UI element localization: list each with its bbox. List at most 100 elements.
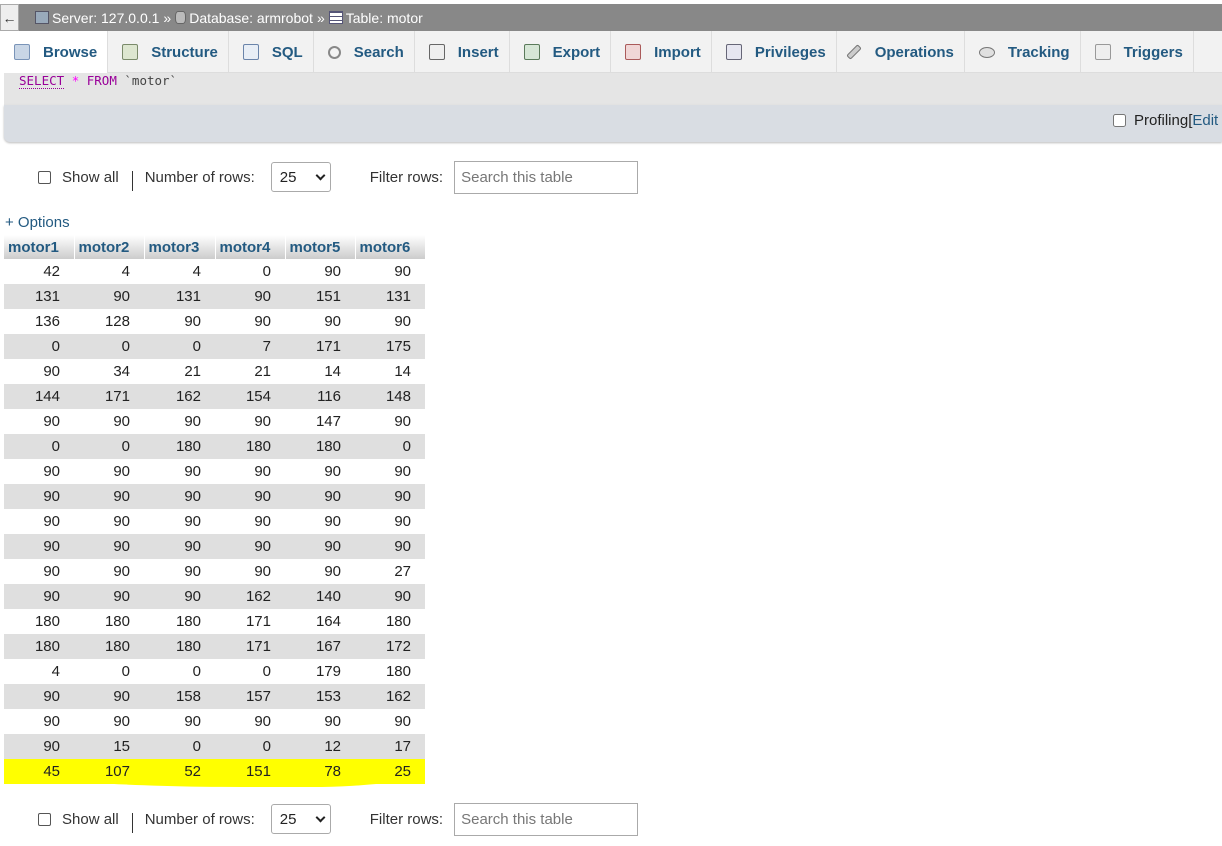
table-cell[interactable]: 90 xyxy=(4,584,74,609)
table-row[interactable]: 90 90 90 90 90 90 xyxy=(4,509,425,534)
table-cell[interactable]: 179 xyxy=(285,659,355,684)
table-cell[interactable]: 0 xyxy=(74,659,144,684)
column-header[interactable]: motor4 xyxy=(215,235,286,259)
table-cell[interactable]: 0 xyxy=(144,334,215,359)
table-cell[interactable]: 0 xyxy=(144,659,215,684)
table-row[interactable]: 0 0 0 7 171 175 xyxy=(4,334,425,359)
table-cell[interactable]: 34 xyxy=(74,359,144,384)
tab-search[interactable]: Search xyxy=(314,31,415,73)
table-cell[interactable]: 90 xyxy=(355,484,425,509)
table-cell[interactable]: 90 xyxy=(355,534,425,559)
table-cell[interactable]: 162 xyxy=(355,684,425,709)
table-row[interactable]: 90 90 158 157 153 162 xyxy=(4,684,425,709)
tab-structure[interactable]: Structure xyxy=(108,31,229,73)
table-cell[interactable]: 180 xyxy=(144,634,215,659)
breadcrumb-table[interactable]: Table: motor xyxy=(328,10,423,26)
table-row[interactable]: 90 90 90 90 90 27 xyxy=(4,559,425,584)
table-cell[interactable]: 14 xyxy=(285,359,355,384)
table-row[interactable]: 131 90 131 90 151 131 xyxy=(4,284,425,309)
table-cell[interactable]: 90 xyxy=(215,484,285,509)
show-all-checkbox[interactable] xyxy=(38,812,51,826)
table-cell[interactable]: 90 xyxy=(144,509,215,534)
table-cell[interactable]: 90 xyxy=(355,509,425,534)
table-cell[interactable]: 153 xyxy=(285,684,355,709)
table-cell[interactable]: 180 xyxy=(215,434,285,459)
table-cell[interactable]: 162 xyxy=(215,584,285,609)
table-cell[interactable]: 21 xyxy=(215,359,285,384)
table-cell[interactable]: 90 xyxy=(4,709,74,734)
table-cell[interactable]: 90 xyxy=(4,359,74,384)
table-row[interactable]: 90 90 90 90 90 90 xyxy=(4,709,425,734)
back-arrow-icon[interactable]: ← xyxy=(0,4,19,31)
table-cell[interactable]: 116 xyxy=(285,384,355,409)
table-cell[interactable]: 90 xyxy=(74,459,144,484)
table-cell[interactable]: 90 xyxy=(74,509,144,534)
table-cell[interactable]: 90 xyxy=(215,559,285,584)
search-input[interactable]: Search this table xyxy=(454,802,639,836)
table-cell[interactable]: 90 xyxy=(285,484,355,509)
table-cell[interactable]: 90 xyxy=(144,484,215,509)
table-cell[interactable]: 27 xyxy=(355,559,425,584)
table-row[interactable]: 144 171 162 154 116 148 xyxy=(4,384,425,409)
table-cell[interactable]: 162 xyxy=(144,384,215,409)
table-cell[interactable]: 144 xyxy=(4,384,74,409)
table-cell[interactable]: 0 xyxy=(215,259,285,284)
table-row[interactable]: 90 15 0 0 12 17 xyxy=(4,734,425,759)
table-row[interactable]: 90 90 90 162 140 90 xyxy=(4,584,425,609)
table-cell[interactable]: 140 xyxy=(285,584,355,609)
column-header[interactable]: motor2 xyxy=(74,235,145,259)
table-cell[interactable]: 15 xyxy=(74,734,144,759)
table-cell[interactable]: 4 xyxy=(4,659,74,684)
table-cell[interactable]: 107 xyxy=(74,759,144,784)
table-cell[interactable]: 90 xyxy=(144,459,215,484)
table-cell[interactable]: 90 xyxy=(4,534,74,559)
table-cell[interactable]: 172 xyxy=(355,634,425,659)
table-cell[interactable]: 171 xyxy=(215,609,285,634)
table-cell[interactable]: 90 xyxy=(215,309,285,334)
table-cell[interactable]: 90 xyxy=(355,259,425,284)
tab-operations[interactable]: Operations xyxy=(837,31,965,73)
table-cell[interactable]: 90 xyxy=(74,684,144,709)
tab-tracking[interactable]: Tracking xyxy=(965,31,1081,73)
table-cell[interactable]: 131 xyxy=(355,284,425,309)
breadcrumb-table-label[interactable]: Table: motor xyxy=(346,10,423,26)
table-cell[interactable]: 151 xyxy=(285,284,355,309)
table-cell[interactable]: 164 xyxy=(285,609,355,634)
rows-select[interactable]: 25 xyxy=(270,162,331,192)
table-cell[interactable]: 90 xyxy=(355,584,425,609)
table-row[interactable]: 136 128 90 90 90 90 xyxy=(4,309,425,334)
tab-browse[interactable]: Browse xyxy=(0,31,109,73)
table-cell[interactable]: 180 xyxy=(4,609,74,634)
table-cell[interactable]: 180 xyxy=(74,609,144,634)
table-cell[interactable]: 45 xyxy=(4,759,74,784)
table-cell[interactable]: 90 xyxy=(355,409,425,434)
table-cell[interactable]: 90 xyxy=(4,459,74,484)
table-cell[interactable]: 90 xyxy=(4,484,74,509)
profiling-checkbox[interactable] xyxy=(1113,114,1126,127)
table-row[interactable]: 180 180 180 171 164 180 xyxy=(4,609,425,634)
table-cell[interactable]: 151 xyxy=(215,759,285,784)
table-cell[interactable]: 90 xyxy=(74,409,144,434)
table-cell[interactable]: 0 xyxy=(74,334,144,359)
table-cell[interactable]: 180 xyxy=(355,659,425,684)
tab-privileges[interactable]: Privileges xyxy=(712,31,837,73)
table-cell[interactable]: 157 xyxy=(215,684,285,709)
breadcrumb-server[interactable]: Server: 127.0.0.1 xyxy=(35,10,159,26)
show-all-checkbox[interactable] xyxy=(38,170,51,184)
table-cell[interactable]: 180 xyxy=(74,634,144,659)
table-cell[interactable]: 131 xyxy=(4,284,74,309)
table-cell[interactable]: 180 xyxy=(144,609,215,634)
table-cell[interactable]: 90 xyxy=(74,559,144,584)
table-cell[interactable]: 171 xyxy=(285,334,355,359)
table-cell[interactable]: 90 xyxy=(285,534,355,559)
table-cell[interactable]: 90 xyxy=(285,259,355,284)
table-cell[interactable]: 175 xyxy=(355,334,425,359)
table-cell[interactable]: 0 xyxy=(144,734,215,759)
table-cell[interactable]: 90 xyxy=(74,534,144,559)
table-cell[interactable]: 167 xyxy=(285,634,355,659)
table-cell[interactable]: 17 xyxy=(355,734,425,759)
table-cell[interactable]: 0 xyxy=(74,434,144,459)
table-cell[interactable]: 0 xyxy=(215,659,285,684)
table-cell[interactable]: 180 xyxy=(144,434,215,459)
table-cell[interactable]: 52 xyxy=(144,759,215,784)
